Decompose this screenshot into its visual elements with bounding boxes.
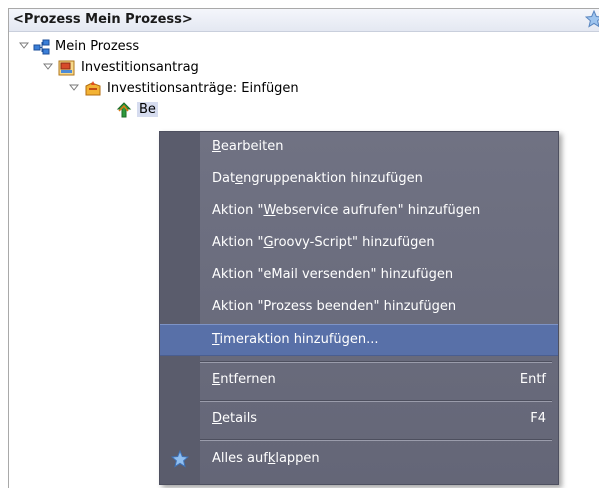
menu-item-alles-aufklappen[interactable]: Alles aufklappen [160,444,558,475]
menu-item-prozess-beenden[interactable]: Aktion "Prozess beenden" hinzufügen [160,292,558,323]
expanded-toggle-icon[interactable] [43,62,53,72]
process-icon [33,39,50,55]
menu-item-label: Timeraktion hinzufügen... [212,332,379,347]
menu-item-label: Entfernen [212,372,276,387]
favorite-star-icon[interactable] [584,9,599,28]
menu-item-label: Aktion "Groovy-Script" hinzufügen [212,235,435,250]
context-menu: Bearbeiten Datengruppenaktion hinzufügen… [159,131,559,485]
expanded-toggle-icon[interactable] [69,83,79,93]
panel-header: <Prozess Mein Prozess> [9,9,599,32]
menu-item-label: Datengruppenaktion hinzufügen [212,171,423,186]
tree-item-label: Mein Prozess [55,39,140,54]
menu-item-label: Aktion "eMail versenden" hinzufügen [212,267,454,282]
tree-item-label: Investitionsanträge: Einfügen [107,81,299,96]
menu-separator [200,362,552,363]
action-arrow-icon [116,102,132,118]
tree-item-label: Be [137,102,158,117]
panel-title: <Prozess Mein Prozess> [13,12,193,27]
menu-item-shortcut: Entf [519,372,546,387]
menu-item-label: Bearbeiten [212,139,284,154]
menu-item-shortcut: F4 [530,411,546,426]
menu-item-label: Details [212,411,258,426]
expand-all-star-icon [171,450,189,468]
menu-separator [200,401,552,402]
menu-separator [200,440,552,441]
menu-item-groovy-script[interactable]: Aktion "Groovy-Script" hinzufügen [160,228,558,259]
menu-item-timeraktion[interactable]: Timeraktion hinzufügen... [160,324,558,356]
event-insert-icon [85,81,101,96]
expanded-toggle-icon[interactable] [19,41,29,51]
menu-item-label: Aktion "Webservice aufrufen" hinzufügen [212,203,481,218]
menu-item-entfernen[interactable]: Entfernen Entf [160,365,558,396]
process-tree-panel: <Prozess Mein Prozess> Mein Prozess Inve… [8,8,599,488]
tree-item-selected-action[interactable]: Be [115,100,315,120]
form-icon [58,60,75,76]
tree-item-investitionsantrag[interactable]: Investitionsantrag [43,58,343,78]
tree-item-label: Investitionsantrag [81,60,199,75]
menu-item-label: Alles aufklappen [212,451,320,466]
menu-item-bearbeiten[interactable]: Bearbeiten [160,132,558,163]
menu-item-webservice[interactable]: Aktion "Webservice aufrufen" hinzufügen [160,196,558,227]
tree-item-investitionsantraege-einfuegen[interactable]: Investitionsanträge: Einfügen [69,79,389,99]
menu-item-datengruppenaktion[interactable]: Datengruppenaktion hinzufügen [160,164,558,195]
menu-item-details[interactable]: Details F4 [160,404,558,435]
tree-item-mein-prozess[interactable]: Mein Prozess [19,37,319,57]
menu-item-label: Aktion "Prozess beenden" hinzufügen [212,299,457,314]
menu-item-email-versenden[interactable]: Aktion "eMail versenden" hinzufügen [160,260,558,291]
